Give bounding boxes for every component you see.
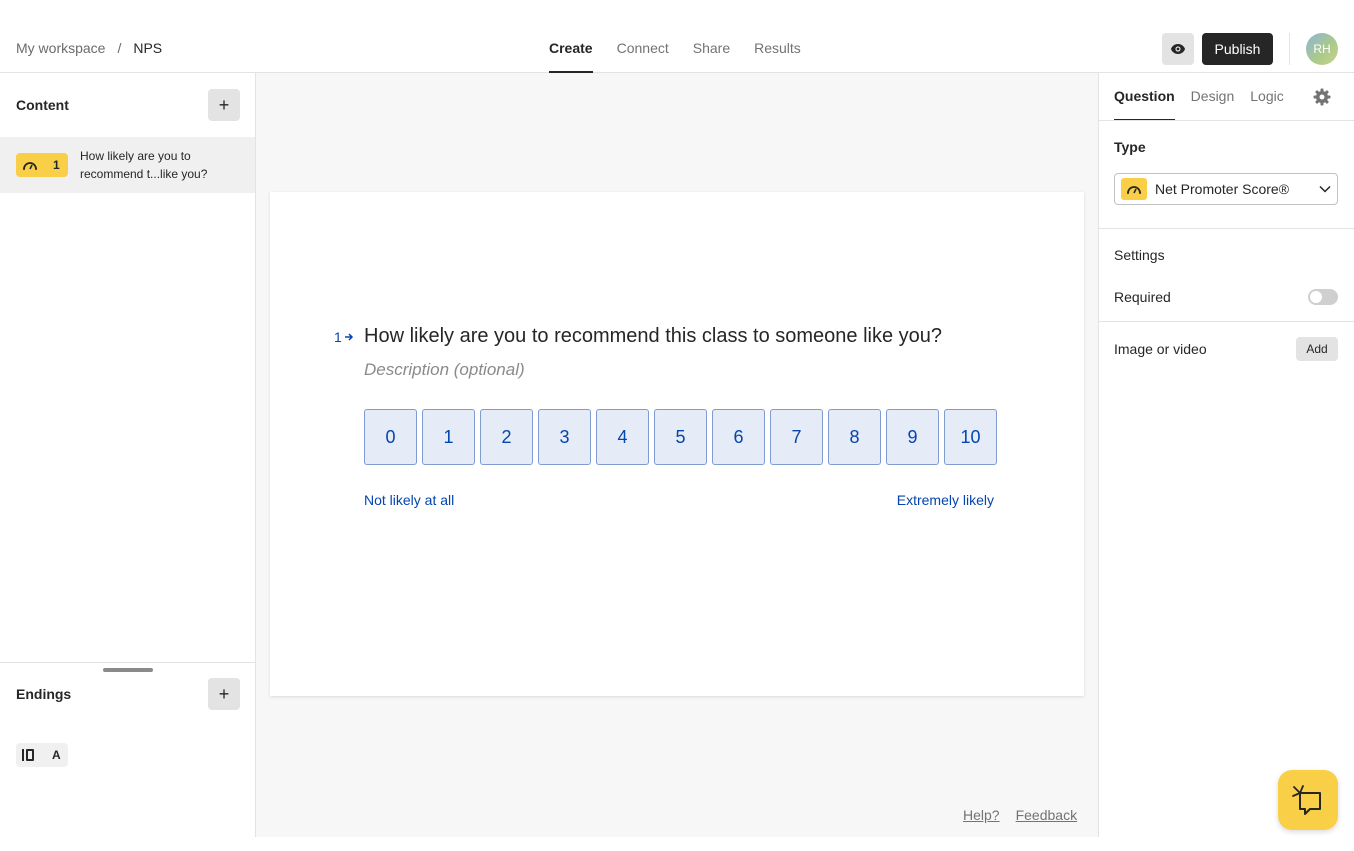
scale-option[interactable]: 3 <box>538 409 591 465</box>
ending-screen-icon <box>22 749 34 761</box>
endings-heading: Endings <box>16 686 72 702</box>
tab-results[interactable]: Results <box>754 40 801 73</box>
scale-option[interactable]: 8 <box>828 409 881 465</box>
tab-create[interactable]: Create <box>549 40 593 73</box>
scale-option[interactable]: 2 <box>480 409 533 465</box>
question-number: 1 <box>53 158 60 172</box>
plus-icon: + <box>218 683 230 704</box>
eye-icon <box>1171 44 1185 54</box>
panel-tabs: Question Design Logic <box>1114 88 1284 121</box>
preview-button[interactable] <box>1162 33 1194 65</box>
scale-option[interactable]: 9 <box>886 409 939 465</box>
publish-button[interactable]: Publish <box>1202 33 1273 65</box>
tab-share[interactable]: Share <box>693 40 730 73</box>
question-type-value: Net Promoter Score® <box>1155 181 1290 197</box>
question-badge: 1 <box>16 153 68 177</box>
scale-option[interactable]: 5 <box>654 409 707 465</box>
panel-divider <box>1099 321 1354 322</box>
chevron-down-icon <box>1319 185 1331 193</box>
settings-heading: Settings <box>1114 247 1165 263</box>
top-bar: My workspace / NPS Create Connect Share … <box>0 0 1354 73</box>
help-link[interactable]: Help? <box>963 807 1000 823</box>
scale-label-high[interactable]: Extremely likely <box>897 492 994 508</box>
question-number-indicator: 1 <box>334 329 354 345</box>
scale-option[interactable]: 6 <box>712 409 765 465</box>
question-description[interactable]: Description (optional) <box>364 360 525 380</box>
breadcrumb-form-name[interactable]: NPS <box>133 40 162 56</box>
user-avatar[interactable]: RH <box>1306 33 1338 65</box>
gauge-icon <box>1121 178 1147 200</box>
ending-letter: A <box>52 748 61 762</box>
question-title[interactable]: How likely are you to recommend this cla… <box>364 325 942 348</box>
resize-handle[interactable] <box>103 668 153 672</box>
scale-option[interactable]: 10 <box>944 409 997 465</box>
add-ending-button[interactable]: + <box>208 678 240 710</box>
scale-label-low[interactable]: Not likely at all <box>364 492 454 508</box>
tab-question[interactable]: Question <box>1114 88 1175 121</box>
chat-icon <box>1292 785 1321 815</box>
panel-divider <box>1099 120 1354 121</box>
breadcrumb: My workspace / NPS <box>16 40 162 56</box>
scale-option[interactable]: 0 <box>364 409 417 465</box>
image-video-label: Image or video <box>1114 341 1207 357</box>
required-toggle[interactable] <box>1308 289 1338 305</box>
sidebar-divider <box>0 662 255 663</box>
help-chat-button[interactable] <box>1278 770 1338 830</box>
feedback-link[interactable]: Feedback <box>1016 807 1077 823</box>
type-heading: Type <box>1114 139 1146 155</box>
required-label: Required <box>1114 289 1171 305</box>
settings-panel: Question Design Logic Type Net Promoter … <box>1098 73 1354 837</box>
question-item-label: How likely are you to recommend t...like… <box>80 149 208 181</box>
ending-item[interactable]: A <box>16 743 68 767</box>
tab-connect[interactable]: Connect <box>617 40 669 73</box>
form-canvas: 1 How likely are you to recommend this c… <box>256 73 1098 837</box>
nps-scale: 0 1 2 3 4 5 6 7 8 9 10 <box>364 409 997 465</box>
tab-logic[interactable]: Logic <box>1250 88 1283 121</box>
gear-icon[interactable] <box>1313 88 1331 106</box>
question-type-select[interactable]: Net Promoter Score® <box>1114 173 1338 205</box>
scale-option[interactable]: 4 <box>596 409 649 465</box>
scale-option[interactable]: 1 <box>422 409 475 465</box>
sidebar-question-item[interactable]: 1 How likely are you to recommend t...li… <box>0 137 255 193</box>
question-index: 1 <box>334 329 342 345</box>
plus-icon: + <box>218 94 230 115</box>
gauge-icon <box>23 162 37 170</box>
add-media-button[interactable]: Add <box>1296 337 1338 361</box>
question-card: 1 How likely are you to recommend this c… <box>270 192 1084 696</box>
main-nav-tabs: Create Connect Share Results <box>549 40 801 73</box>
tab-design[interactable]: Design <box>1191 88 1235 121</box>
content-sidebar: Content + 1 How likely are you to recomm… <box>0 73 256 837</box>
content-heading: Content <box>16 97 69 113</box>
add-content-button[interactable]: + <box>208 89 240 121</box>
scale-option[interactable]: 7 <box>770 409 823 465</box>
breadcrumb-workspace[interactable]: My workspace <box>16 40 105 56</box>
footer-links: Help? Feedback <box>963 807 1077 823</box>
toolbar-divider <box>1289 33 1290 65</box>
toggle-knob <box>1310 291 1322 303</box>
breadcrumb-separator: / <box>117 40 122 56</box>
panel-divider <box>1099 228 1354 229</box>
arrow-right-icon <box>344 333 353 341</box>
